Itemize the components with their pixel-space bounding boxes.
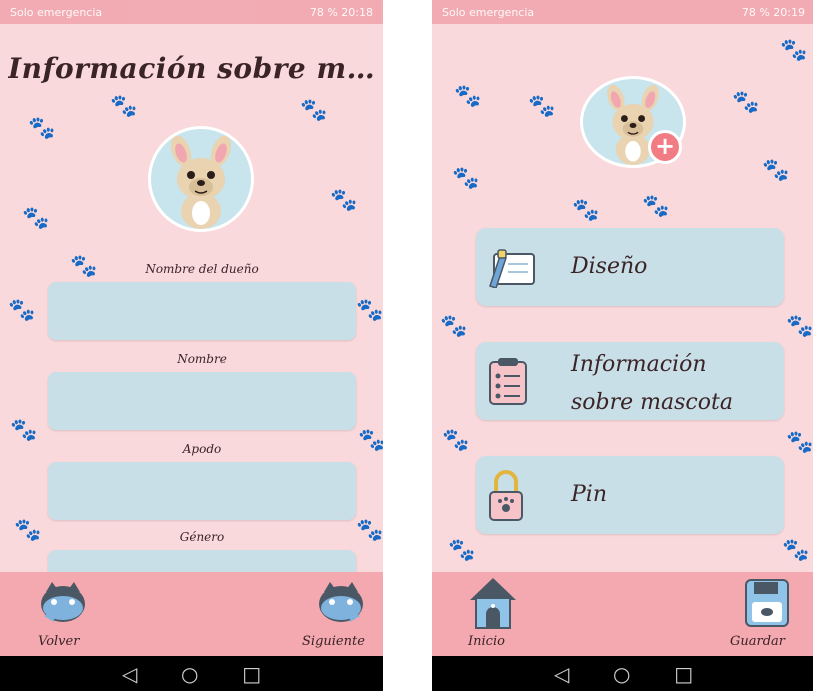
page-title: Información sobre ma… [8, 52, 380, 85]
cat-back-icon [41, 582, 85, 622]
next-button[interactable] [316, 582, 366, 626]
system-nav-bar: ◁ ○ □ [432, 656, 813, 691]
nav-back-icon[interactable]: ◁ [554, 662, 569, 686]
nav-home-icon[interactable]: ○ [181, 662, 198, 686]
owner-name-label: Nombre del dueño [145, 262, 259, 276]
floppy-disk-icon [745, 579, 789, 627]
save-label[interactable]: Guardar [730, 634, 785, 649]
nav-back-icon[interactable]: ◁ [122, 662, 137, 686]
bottom-action-bar: Volver Siguiente [0, 572, 383, 656]
gender-label: Género [179, 530, 225, 544]
status-battery-time: 78 % 20:19 [741, 5, 805, 19]
pin-label: Pin [571, 482, 608, 507]
back-label[interactable]: Volver [38, 634, 79, 649]
system-nav-bar: ◁ ○ □ [0, 656, 383, 691]
pin-button[interactable]: Pin [476, 456, 784, 534]
save-button[interactable] [744, 578, 790, 628]
pet-info-label-line1: Información [571, 352, 707, 377]
status-bar: Solo emergencia 78 % 20:19 [432, 0, 813, 24]
nickname-label: Apodo [182, 442, 222, 456]
pet-avatar[interactable] [148, 126, 254, 232]
clipboard-icon [489, 358, 527, 405]
plus-icon: + [654, 132, 676, 160]
name-label: Nombre [177, 352, 227, 366]
status-carrier: Solo emergencia [442, 5, 535, 19]
home-label[interactable]: Inicio [468, 634, 505, 649]
owner-name-input[interactable] [48, 282, 356, 340]
form-screen: 🐾 🐾 🐾 🐾 🐾 🐾 🐾 🐾 🐾 🐾 🐾 🐾 Solo emergencia 78 % 2… [0, 0, 383, 691]
bottom-action-bar: Inicio Guardar [432, 572, 813, 656]
design-button[interactable]: Diseño [476, 228, 784, 306]
menu-screen: 🐾 🐾 🐾 🐾 🐾 🐾 🐾 🐾 🐾 🐾 🐾 🐾 🐾 🐾 Solo emergencia 78 … [432, 0, 813, 691]
nav-recents-icon[interactable]: □ [242, 662, 261, 686]
design-label: Diseño [571, 254, 648, 279]
design-card-icon [489, 249, 535, 288]
status-carrier: Solo emergencia [10, 5, 103, 19]
name-input[interactable] [48, 372, 356, 430]
pet-info-label-line2: sobre mascota [571, 390, 733, 415]
add-photo-button[interactable]: + [648, 130, 682, 164]
home-button[interactable] [468, 576, 518, 630]
pet-info-button[interactable]: Información sobre mascota [476, 342, 784, 420]
nav-recents-icon[interactable]: □ [674, 662, 693, 686]
doghouse-icon [470, 578, 516, 629]
back-button[interactable] [38, 582, 88, 626]
next-label[interactable]: Siguiente [302, 634, 365, 649]
nav-home-icon[interactable]: ○ [613, 662, 630, 686]
cat-next-icon [319, 582, 363, 622]
status-bar: Solo emergencia 78 % 20:18 [0, 0, 383, 24]
french-bulldog-icon [170, 135, 232, 229]
padlock-icon [489, 470, 523, 521]
status-battery-time: 78 % 20:18 [309, 5, 373, 19]
nickname-input[interactable] [48, 462, 356, 520]
